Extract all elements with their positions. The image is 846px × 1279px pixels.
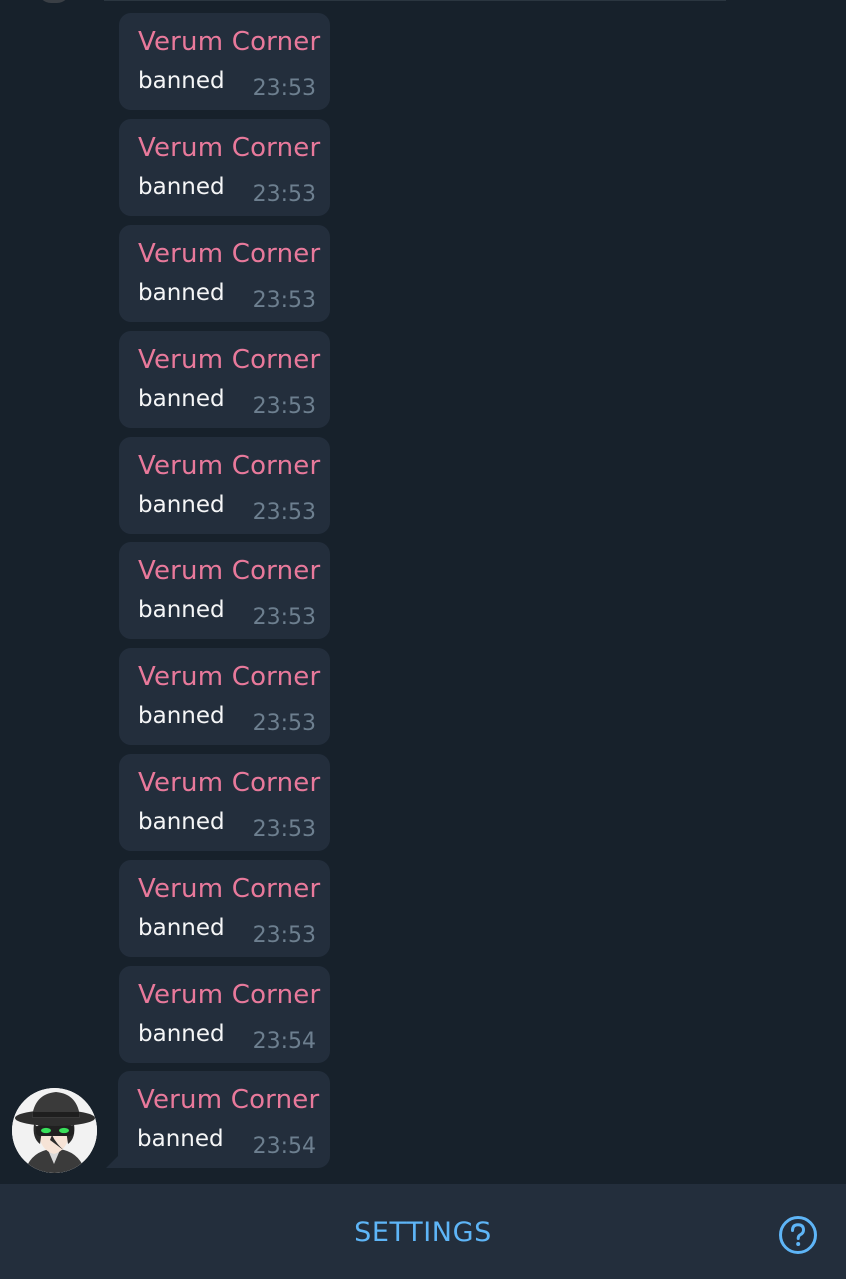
message-sender[interactable]: Verum Corner: [138, 449, 320, 483]
message-sender[interactable]: Verum Corner: [138, 343, 320, 377]
message-sender[interactable]: Verum Corner: [138, 660, 320, 694]
message-text: banned: [138, 174, 225, 200]
message-text: banned: [138, 915, 225, 941]
chat-screen: Verum Corner banned 23:53 Verum Corner b…: [0, 0, 846, 1279]
message-time: 23:54: [252, 1134, 316, 1159]
message-sender[interactable]: Verum Corner: [138, 978, 320, 1012]
message-bubble[interactable]: Verum Corner banned 23:53: [119, 860, 330, 957]
message-bubble[interactable]: Verum Corner banned 23:53: [119, 542, 330, 639]
message-sender[interactable]: Verum Corner: [137, 1083, 319, 1117]
message-bubble[interactable]: Verum Corner banned 23:53: [119, 331, 330, 428]
message-time: 23:53: [252, 923, 316, 948]
message-sender[interactable]: Verum Corner: [138, 766, 320, 800]
message-sender[interactable]: Verum Corner: [138, 237, 320, 271]
message-time: 23:53: [252, 711, 316, 736]
message-list[interactable]: Verum Corner banned 23:53 Verum Corner b…: [0, 0, 846, 1184]
message-text: banned: [138, 492, 225, 518]
message-time: 23:53: [252, 394, 316, 419]
message-time: 23:53: [252, 182, 316, 207]
help-question-icon[interactable]: [778, 1215, 818, 1255]
messages-container: Verum Corner banned 23:53 Verum Corner b…: [0, 0, 846, 1184]
message-sender[interactable]: Verum Corner: [138, 25, 320, 59]
message-time: 23:53: [252, 76, 316, 101]
message-bubble[interactable]: Verum Corner banned 23:53: [119, 648, 330, 745]
message-sender[interactable]: Verum Corner: [138, 554, 320, 588]
message-time: 23:54: [252, 1029, 316, 1054]
message-sender[interactable]: Verum Corner: [138, 872, 320, 906]
user-avatar-hat-icon[interactable]: [12, 1088, 97, 1173]
message-time: 23:53: [252, 500, 316, 525]
message-text: banned: [138, 809, 225, 835]
message-bubble[interactable]: Verum Corner banned 23:54: [118, 1071, 330, 1168]
message-time: 23:53: [252, 817, 316, 842]
message-text: banned: [138, 1021, 225, 1047]
message-time: 23:53: [252, 288, 316, 313]
message-bubble[interactable]: Verum Corner banned 23:53: [119, 13, 330, 110]
help-question-icon-graphic: [779, 1216, 817, 1254]
message-text: banned: [138, 386, 225, 412]
message-bubble[interactable]: Verum Corner banned 23:53: [119, 754, 330, 851]
message-text: banned: [138, 703, 225, 729]
message-bubble[interactable]: Verum Corner banned 23:53: [119, 437, 330, 534]
message-text: banned: [137, 1126, 224, 1152]
message-text: banned: [138, 280, 225, 306]
settings-button[interactable]: SETTINGS: [300, 1204, 546, 1260]
message-bubble[interactable]: Verum Corner banned 23:53: [119, 119, 330, 216]
message-bubble[interactable]: Verum Corner banned 23:54: [119, 966, 330, 1063]
message-time: 23:53: [252, 605, 316, 630]
bottom-bar: SETTINGS: [0, 1184, 846, 1279]
message-sender[interactable]: Verum Corner: [138, 131, 320, 165]
avatar-image: [12, 1088, 97, 1173]
message-bubble[interactable]: Verum Corner banned 23:53: [119, 225, 330, 322]
message-text: banned: [138, 68, 225, 94]
message-text: banned: [138, 597, 225, 623]
